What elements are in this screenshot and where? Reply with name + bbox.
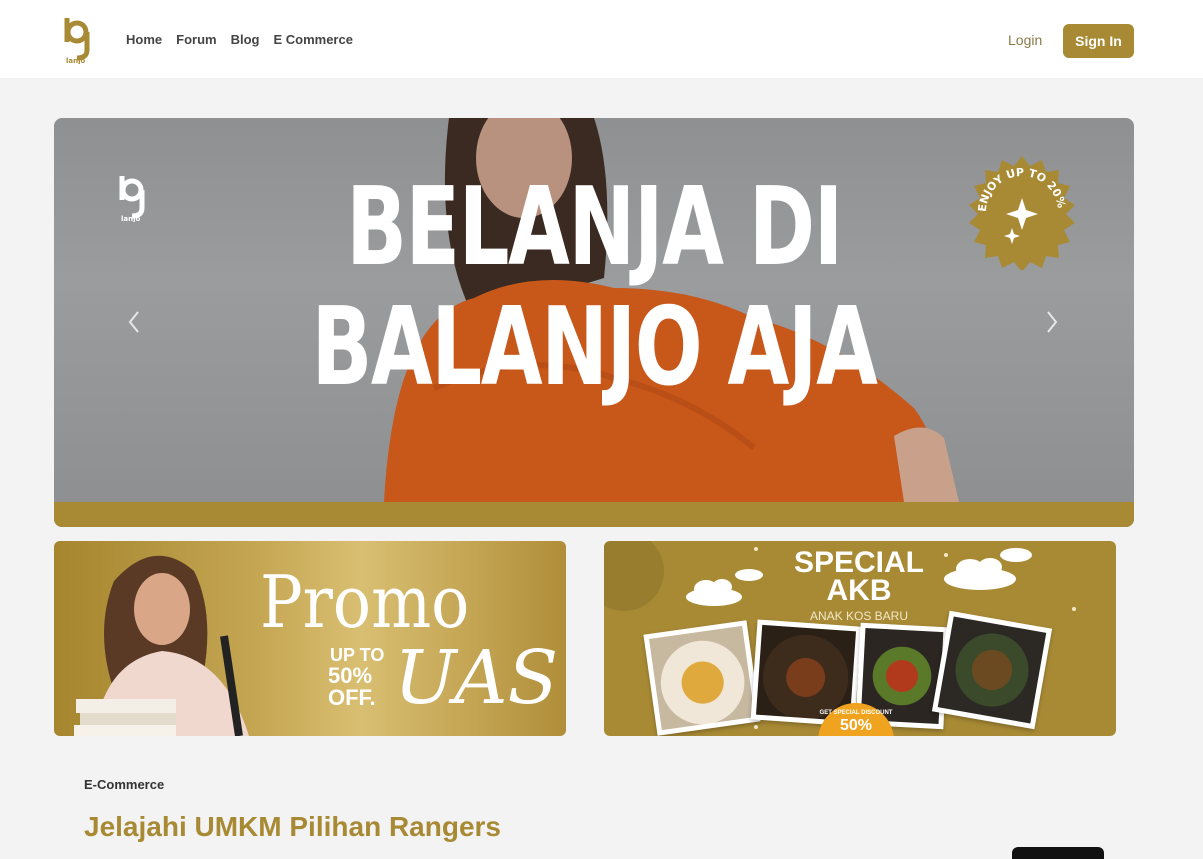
section-action-button[interactable] (1012, 847, 1104, 859)
akb-discount-label: GET SPECIAL DISCOUNT (819, 710, 893, 716)
akb-discount-badge: GET SPECIAL DISCOUNT 50% (818, 703, 894, 736)
promo-title: Promo (260, 560, 470, 644)
promo-percent: 50% (328, 663, 373, 688)
nav-ecommerce-link[interactable]: E Commerce (273, 31, 352, 49)
akb-title-line2: AKB (826, 574, 892, 607)
carousel-next-icon[interactable] (1042, 308, 1062, 336)
hero-logo-text: lanjo (121, 215, 141, 222)
top-navbar: lanjo Home Forum Blog E Commerce Login S… (0, 0, 1203, 78)
food-photo-4 (931, 610, 1053, 730)
akb-discount-value: 50% (839, 717, 873, 734)
akb-title-line1: SPECIAL (793, 546, 925, 579)
hero-headline-line1: BELANJA DI (346, 165, 843, 290)
hero-carousel[interactable]: lanjo BELANJA DI BALANJO AJA ENJOY UP TO… (54, 118, 1134, 527)
sign-in-button[interactable]: Sign In (1063, 24, 1134, 58)
promo-off: OFF. (328, 685, 376, 710)
promo-up-to: UP TO (330, 645, 385, 665)
main-nav: Home Forum Blog E Commerce (126, 31, 367, 49)
balanjo-logo[interactable]: lanjo (63, 16, 97, 64)
section-title: Jelajahi UMKM Pilihan Rangers (84, 811, 501, 842)
nav-forum-link[interactable]: Forum (176, 31, 216, 49)
hero-headline: BELANJA DI BALANJO AJA (194, 168, 993, 408)
logo-text: lanjo (66, 57, 86, 64)
akb-title: SPECIAL AKB (784, 546, 934, 607)
hero-bottom-bar (54, 502, 1134, 527)
promo-uas-banner[interactable]: Promo UP TO 50% OFF. UAS (54, 541, 566, 736)
hero-headline-line2: BALANJO AJA (311, 285, 878, 410)
carousel-prev-icon[interactable] (124, 308, 144, 336)
hero-logo: lanjo (119, 176, 145, 222)
promo-akb-banner[interactable]: SPECIAL AKB ANAK KOS BARU GET SPECIAL DI… (604, 541, 1116, 736)
nav-blog-link[interactable]: Blog (231, 31, 260, 49)
akb-subtitle: ANAK KOS BARU (809, 609, 909, 623)
section-label: E-Commerce (84, 777, 165, 792)
login-link[interactable]: Login (1008, 31, 1042, 49)
discount-badge: ENJOY UP TO 20% OFF (964, 154, 1075, 270)
nav-home-link[interactable]: Home (126, 31, 162, 49)
food-photo-1 (643, 620, 761, 736)
promo-tag: UAS (394, 635, 559, 721)
